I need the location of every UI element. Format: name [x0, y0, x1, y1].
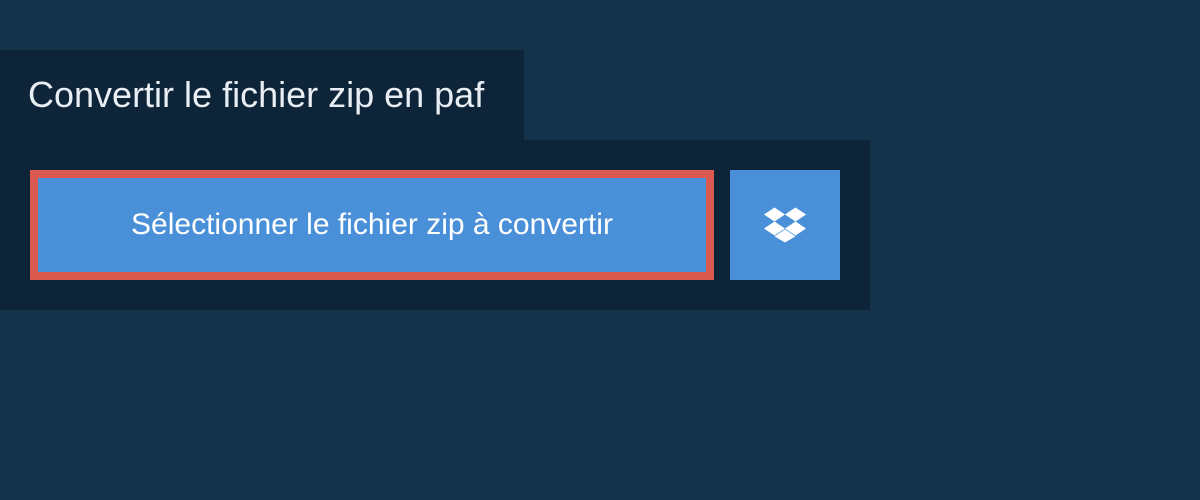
page-header-tab: Convertir le fichier zip en paf — [0, 50, 524, 140]
dropbox-icon — [764, 204, 806, 246]
dropbox-button[interactable] — [730, 170, 840, 280]
select-file-label: Sélectionner le fichier zip à convertir — [131, 208, 613, 242]
select-file-button[interactable]: Sélectionner le fichier zip à convertir — [38, 178, 706, 272]
button-row: Sélectionner le fichier zip à convertir — [30, 170, 840, 280]
page-title: Convertir le fichier zip en paf — [28, 74, 484, 116]
select-button-highlight: Sélectionner le fichier zip à convertir — [30, 170, 714, 280]
file-picker-panel: Sélectionner le fichier zip à convertir — [0, 140, 870, 310]
